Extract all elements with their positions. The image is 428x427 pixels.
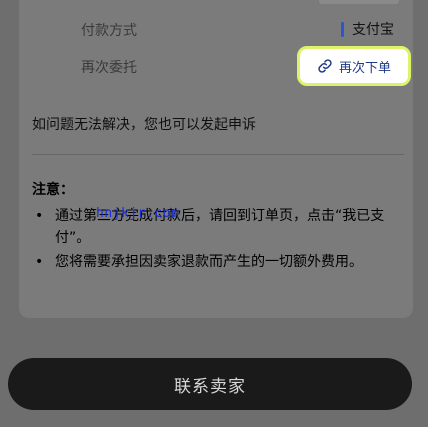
complaint-text: 如问题无法解决，您也可以发起申诉	[32, 117, 256, 133]
link-icon	[318, 59, 332, 73]
notice-item: 您将需要承担因卖家退款而产生的一切额外费用。	[55, 254, 363, 270]
bullet: •	[35, 254, 44, 270]
notice-title: 注意：	[32, 182, 74, 198]
reorder-row: 再次委托	[19, 0, 413, 76]
reorder-button-label: 再次下单	[338, 60, 391, 76]
contact-seller-label: 联系卖家	[174, 376, 246, 397]
bullet: •	[35, 208, 44, 224]
divider	[32, 154, 404, 155]
reorder-label: 再次委托	[81, 60, 137, 76]
reorder-button[interactable]: 再次下单	[297, 46, 411, 86]
contact-seller-button[interactable]: 联系卖家	[8, 358, 412, 410]
watermark: hnjkjr.com	[96, 206, 180, 221]
